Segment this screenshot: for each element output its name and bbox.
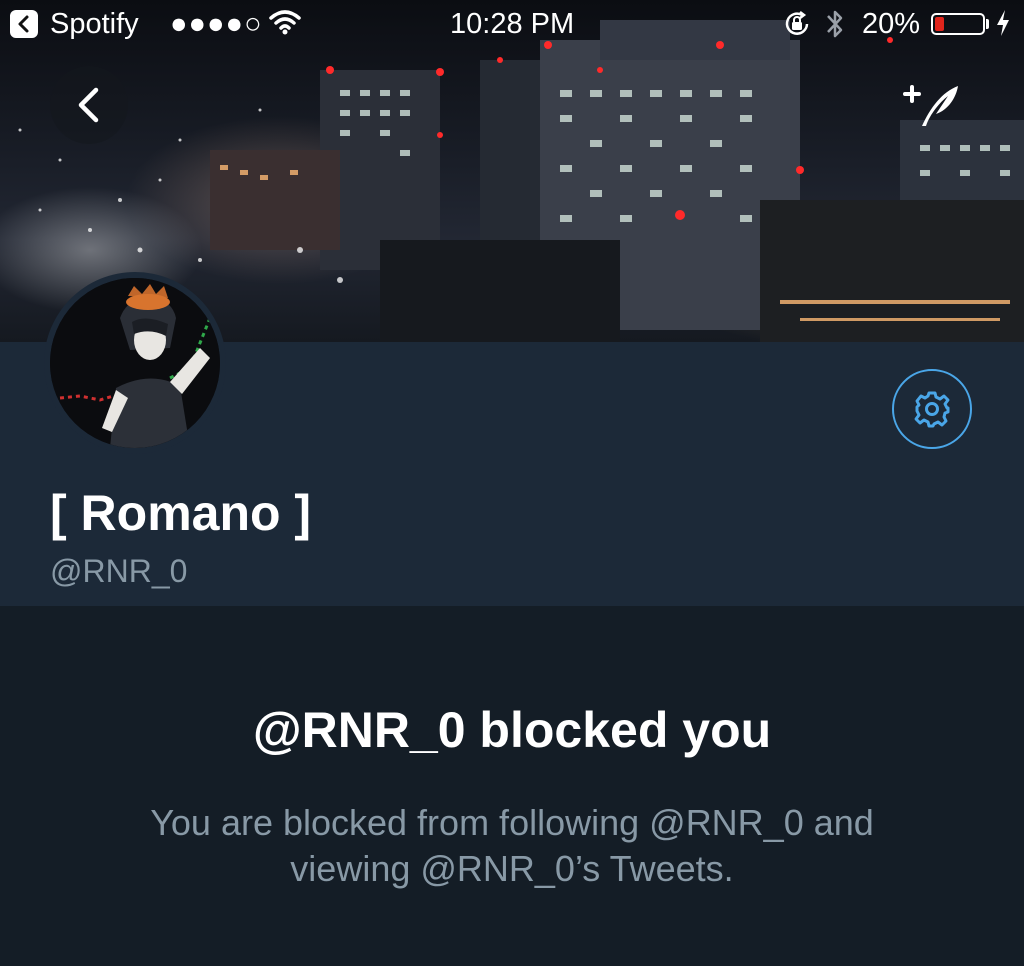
blocked-title: @RNR_0 blocked you bbox=[252, 702, 772, 758]
back-button[interactable] bbox=[50, 66, 128, 144]
avatar[interactable] bbox=[44, 272, 226, 454]
blocked-description: You are blocked from following @RNR_0 an… bbox=[150, 802, 874, 889]
back-to-app-icon[interactable] bbox=[10, 10, 38, 38]
settings-button[interactable] bbox=[892, 369, 972, 449]
status-time: 10:28 PM bbox=[450, 8, 575, 40]
battery-cap bbox=[986, 19, 989, 29]
user-handle: @RNR_0 bbox=[50, 553, 188, 589]
battery-percentage: 20% bbox=[862, 8, 921, 40]
back-app-label[interactable]: Spotify bbox=[50, 8, 139, 41]
compose-tweet-button[interactable] bbox=[900, 80, 964, 132]
battery-icon bbox=[931, 13, 985, 35]
display-name: [ Romano ] bbox=[50, 485, 312, 541]
gear-icon bbox=[914, 391, 950, 428]
chevron-left-icon bbox=[78, 87, 99, 123]
compose-tweet-icon bbox=[903, 85, 958, 126]
status-bar: Spotify ●●●●○ 10:28 PM 20% bbox=[0, 0, 1024, 50]
avatar-image bbox=[50, 278, 220, 448]
cellular-signal-icon: ●●●●○ bbox=[170, 8, 263, 40]
